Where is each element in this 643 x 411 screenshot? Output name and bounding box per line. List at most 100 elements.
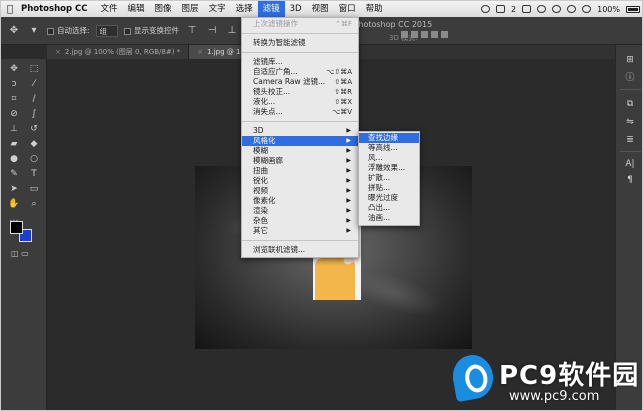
layers-panel-icon[interactable]: ⧉ bbox=[624, 99, 636, 109]
time-machine-icon[interactable] bbox=[537, 5, 547, 13]
menu-view[interactable]: 视图 bbox=[307, 1, 334, 17]
stylize-menu-item[interactable]: 查找边缘 bbox=[359, 133, 419, 143]
menu-file[interactable]: 文件 bbox=[96, 1, 123, 17]
menu-select[interactable]: 选择 bbox=[231, 1, 258, 17]
menu-image[interactable]: 图像 bbox=[150, 1, 177, 17]
stylize-menu-item[interactable]: 凸出... bbox=[359, 203, 419, 213]
character-panel-icon[interactable]: A| bbox=[624, 159, 636, 169]
stylize-menu-item[interactable]: 风... bbox=[359, 153, 419, 163]
auto-select-checkbox[interactable]: 自动选择: bbox=[47, 25, 90, 36]
display-icon[interactable] bbox=[522, 5, 532, 13]
stylize-menu-item[interactable]: 油画... bbox=[359, 213, 419, 223]
wechat-icon[interactable] bbox=[481, 5, 491, 13]
chevron-down-icon[interactable]: ▾ bbox=[27, 25, 41, 37]
rectangle-tool-icon[interactable]: ▭ bbox=[25, 183, 43, 195]
channels-panel-icon[interactable]: ⇋ bbox=[624, 117, 636, 127]
filter-menu-item[interactable]: 镜头校正... ⇧⌘R bbox=[242, 87, 358, 97]
filter-menu-item[interactable]: 其它 ▶ bbox=[242, 226, 358, 236]
blur-tool-icon[interactable]: ● bbox=[5, 153, 23, 165]
filter-menu-item[interactable]: 模糊画廊 ▶ bbox=[242, 156, 358, 166]
document-tab[interactable]: × 2.jpg @ 100% (图层 0, RGB/8#) * bbox=[47, 45, 190, 59]
adjustments-panel-icon[interactable]: ≣ bbox=[624, 135, 636, 145]
menu-help[interactable]: 帮助 bbox=[361, 1, 388, 17]
notification-icon[interactable] bbox=[496, 5, 506, 13]
filter-menu-item[interactable]: 视频 ▶ bbox=[242, 186, 358, 196]
info-panel-icon[interactable]: ⓘ bbox=[624, 73, 636, 83]
brush-tool-icon[interactable]: ∫ bbox=[25, 108, 43, 120]
stylize-menu-item[interactable]: 等高线... bbox=[359, 143, 419, 153]
menu-item-label: 镜头校正... bbox=[253, 87, 291, 96]
align-middle-icon[interactable]: ⊣ bbox=[205, 25, 219, 37]
close-icon[interactable]: × bbox=[197, 48, 203, 56]
menu-item-label: 视频 bbox=[253, 186, 268, 195]
move-tool-icon[interactable]: ✥ bbox=[5, 63, 23, 75]
move-tool-icon[interactable]: ✥ bbox=[7, 25, 21, 37]
pen-tool-icon[interactable]: ✎ bbox=[5, 168, 23, 180]
3d-roll-icon[interactable] bbox=[411, 31, 418, 38]
volume-icon[interactable] bbox=[582, 5, 592, 13]
stylize-menu-item[interactable]: 曝光过度 bbox=[359, 193, 419, 203]
menu-filter[interactable]: 滤镜 bbox=[257, 1, 285, 17]
eyedropper-tool-icon[interactable]: ∕ bbox=[25, 93, 43, 105]
stylize-menu-item[interactable]: 扩散... bbox=[359, 173, 419, 183]
filter-menu-item[interactable]: 3D ▶ bbox=[242, 126, 358, 136]
battery-icon[interactable] bbox=[626, 5, 640, 13]
align-top-icon[interactable]: ⊤ bbox=[185, 25, 199, 37]
eraser-tool-icon[interactable]: ▰ bbox=[5, 138, 23, 150]
filter-menu-item[interactable]: 像素化 ▶ bbox=[242, 196, 358, 206]
filter-menu-item[interactable]: 渲染 ▶ bbox=[242, 206, 358, 216]
filter-menu-item[interactable]: 液化... ⇧⌘X bbox=[242, 97, 358, 107]
3d-rotate-icon[interactable] bbox=[401, 31, 408, 38]
filter-menu-item[interactable]: 自适应广角... ⌥⇧⌘A bbox=[242, 67, 358, 77]
3d-scale-icon[interactable] bbox=[441, 31, 448, 38]
menu-layer[interactable]: 图层 bbox=[177, 1, 204, 17]
marquee-tool-icon[interactable]: ⬚ bbox=[25, 63, 43, 75]
lasso-tool-icon[interactable]: ↄ bbox=[5, 78, 23, 90]
wifi-icon[interactable] bbox=[567, 5, 577, 13]
3d-slide-icon[interactable] bbox=[431, 31, 438, 38]
stylize-menu-item[interactable]: 浮雕效果... bbox=[359, 163, 419, 173]
magic-wand-tool-icon[interactable]: ⁄ bbox=[25, 78, 43, 90]
filter-menu-item[interactable]: 杂色 ▶ bbox=[242, 216, 358, 226]
clone-stamp-tool-icon[interactable]: ⊥ bbox=[5, 123, 23, 135]
submenu-arrow-icon: ▶ bbox=[346, 137, 351, 144]
filter-menu-item[interactable]: 扭曲 ▶ bbox=[242, 166, 358, 176]
paint-bucket-tool-icon[interactable]: ◆ bbox=[25, 138, 43, 150]
filter-menu-item[interactable]: 模糊 ▶ bbox=[242, 146, 358, 156]
filter-menu-item[interactable]: 滤镜库... bbox=[242, 57, 358, 67]
menu-window[interactable]: 窗口 bbox=[334, 1, 361, 17]
menu-type[interactable]: 文字 bbox=[204, 1, 231, 17]
menu-item-label: 上次滤镜操作 bbox=[253, 19, 298, 28]
3d-pan-icon[interactable] bbox=[421, 31, 428, 38]
paragraph-panel-icon[interactable]: ¶ bbox=[624, 175, 636, 185]
filter-menu-item[interactable]: 消失点... ⌥⌘V bbox=[242, 107, 358, 117]
stylize-menu-item[interactable]: 拼贴... bbox=[359, 183, 419, 193]
filter-menu-item[interactable]: 风格化 ▶ bbox=[242, 136, 358, 146]
edit-toolbar-icon[interactable] bbox=[25, 213, 43, 225]
close-icon[interactable]: × bbox=[55, 48, 61, 56]
crop-tool-icon[interactable]: ⌗ bbox=[5, 93, 23, 105]
dodge-tool-icon[interactable]: ○ bbox=[25, 153, 43, 165]
filter-menu-item[interactable]: 浏览联机滤镜... bbox=[242, 245, 358, 255]
filter-menu-item[interactable]: Camera Raw 滤镜... ⇧⌘A bbox=[242, 77, 358, 87]
apple-icon[interactable]:  bbox=[1, 4, 19, 15]
align-bottom-icon[interactable]: ⊥ bbox=[225, 25, 239, 37]
healing-brush-tool-icon[interactable]: ⊘ bbox=[5, 108, 23, 120]
show-transform-checkbox[interactable]: 显示变换控件 bbox=[124, 25, 179, 36]
zoom-tool-icon[interactable]: ⌕ bbox=[25, 198, 43, 210]
filter-menu-item[interactable]: 转换为智能滤镜 bbox=[242, 38, 358, 48]
history-panel-icon[interactable]: ⊞ bbox=[624, 55, 636, 65]
menu-edit[interactable]: 编辑 bbox=[123, 1, 150, 17]
filter-menu-item[interactable]: 锐化 ▶ bbox=[242, 176, 358, 186]
type-tool-icon[interactable]: T bbox=[25, 168, 43, 180]
quick-mask-icon[interactable]: ◫ ▭ bbox=[11, 249, 35, 259]
badge-count: 2 bbox=[511, 4, 517, 14]
app-name[interactable]: Photoshop CC bbox=[19, 4, 96, 14]
foreground-color-swatch[interactable] bbox=[10, 221, 23, 234]
auto-select-dropdown[interactable]: 组 bbox=[95, 24, 119, 37]
bluetooth-icon[interactable] bbox=[552, 5, 562, 13]
history-brush-tool-icon[interactable]: ↺ bbox=[25, 123, 43, 135]
path-selection-tool-icon[interactable]: ➤ bbox=[5, 183, 23, 195]
hand-tool-icon[interactable]: ✋ bbox=[5, 198, 23, 210]
menu-3d[interactable]: 3D bbox=[285, 1, 307, 17]
